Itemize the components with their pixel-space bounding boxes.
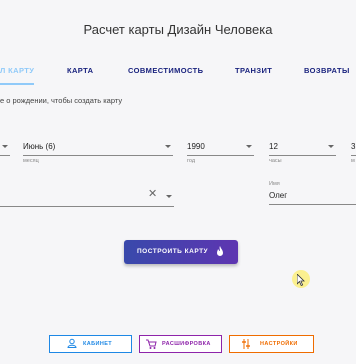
month-helper: месяц: [23, 158, 39, 164]
minute-select[interactable]: 3 м: [351, 142, 356, 166]
minute-value: 3: [351, 142, 356, 151]
tab-calculate[interactable]: Л КАРТУ: [0, 66, 34, 75]
tab-compatibility[interactable]: СОВМЕСТИМОСТЬ: [128, 66, 203, 75]
settings-label: НАСТРОЙКИ: [260, 341, 298, 347]
hour-helper: часы: [269, 158, 282, 164]
active-tab-indicator: [0, 83, 34, 85]
chevron-down-icon: [2, 145, 8, 148]
day-select[interactable]: [0, 142, 10, 166]
fire-icon: [217, 246, 223, 256]
name-value: Олег: [269, 191, 288, 200]
build-chart-label: ПОСТРОИТЬ КАРТУ: [137, 248, 209, 255]
decoding-label: РАСШИФРОВКА: [162, 341, 211, 347]
year-helper: год: [187, 158, 196, 164]
chevron-down-icon[interactable]: [166, 195, 172, 198]
clear-icon[interactable]: ✕: [148, 187, 157, 200]
month-select[interactable]: Июнь (6) месяц: [23, 142, 173, 166]
cabinet-label: КАБИНЕТ: [83, 341, 113, 347]
tab-returns[interactable]: ВОЗВРАТЫ: [304, 66, 350, 75]
chevron-down-icon: [165, 145, 171, 148]
chevron-down-icon: [246, 145, 252, 148]
cabinet-button[interactable]: КАБИНЕТ: [49, 335, 132, 353]
year-select[interactable]: 1990 год: [187, 142, 254, 166]
name-label: Имя: [269, 181, 280, 187]
hour-select[interactable]: 12 часы: [269, 142, 336, 166]
build-chart-button[interactable]: ПОСТРОИТЬ КАРТУ: [124, 240, 238, 264]
settings-button[interactable]: НАСТРОЙКИ: [229, 335, 314, 353]
hour-value: 12: [269, 142, 278, 151]
decoding-button[interactable]: РАСШИФРОВКА: [139, 335, 222, 353]
form-hint: е о рождении, чтобы создать карту: [0, 96, 123, 105]
tab-transit[interactable]: ТРАНЗИТ: [235, 66, 272, 75]
page-title: Расчет карты Дизайн Человека: [83, 22, 273, 37]
chevron-down-icon: [328, 145, 334, 148]
tab-chart[interactable]: КАРТА: [67, 66, 93, 75]
mouse-pointer-icon: [297, 274, 305, 286]
minute-helper: м: [351, 158, 355, 164]
name-field[interactable]: Имя Олег: [269, 181, 356, 209]
year-value: 1990: [187, 142, 205, 151]
tab-bar: Л КАРТУ КАРТА СОВМЕСТИМОСТЬ ТРАНЗИТ ВОЗВ…: [0, 59, 356, 85]
month-value: Июнь (6): [23, 142, 56, 151]
